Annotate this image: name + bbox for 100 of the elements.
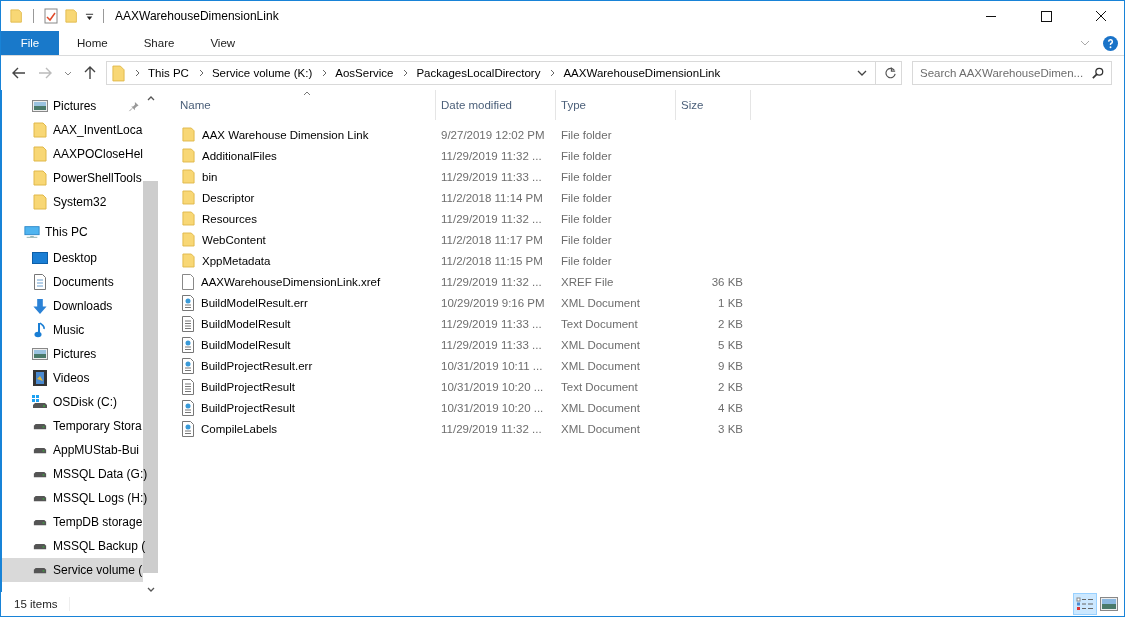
details-view-button[interactable] [1073, 593, 1097, 615]
table-cell-text: File folder [560, 191, 613, 204]
folder-icon [32, 194, 48, 210]
nav-item[interactable]: System32 [2, 190, 143, 214]
xml-file-icon [182, 294, 194, 311]
dropdown-icon[interactable] [857, 70, 867, 76]
desktop-icon [32, 252, 48, 264]
folder-icon [182, 253, 195, 268]
chevron-icon[interactable] [322, 69, 328, 77]
table-cell: 3 KB [718, 422, 743, 435]
table-cell-text: 11/2/2018 11:14 PM [440, 191, 544, 204]
folder-icon [182, 232, 195, 247]
file-name[interactable]: WebContent [202, 233, 266, 246]
help-icon[interactable] [1103, 35, 1118, 51]
chevron-icon[interactable] [135, 69, 140, 77]
file-name[interactable]: bin [202, 170, 218, 183]
xml-file-icon [182, 399, 194, 416]
nav-item[interactable]: This PC [2, 214, 143, 246]
table-cell: 36 KB [711, 275, 743, 288]
nav-item[interactable]: Videos [2, 366, 143, 390]
table-cell-text: File folder [560, 128, 613, 141]
file-name[interactable]: BuildModelResult.err [201, 296, 308, 309]
nav-item[interactable]: TempDB storage [2, 510, 143, 534]
table-cell: 2 KB [718, 317, 743, 330]
table-cell-text: XML Document [560, 422, 641, 435]
table-cell: 4 KB [718, 401, 743, 414]
table-cell-text: 9/27/2019 12:02 PM [440, 128, 546, 141]
drive-icon [32, 566, 48, 574]
file-name[interactable]: Descriptor [202, 191, 255, 204]
windows-drive-icon [32, 395, 48, 409]
file-name[interactable]: XppMetadata [202, 254, 271, 267]
nav-item[interactable]: AAX_InventLoca [2, 118, 143, 142]
folder-icon [112, 64, 125, 82]
nav-item[interactable]: Desktop [2, 246, 143, 270]
ribbon-tab[interactable]: Home [59, 31, 126, 55]
nav-item[interactable]: OSDisk (C:) [2, 390, 143, 414]
table-cell-text: 10/29/2019 9:16 PM [440, 296, 546, 309]
back-arrow-icon[interactable] [12, 67, 26, 79]
nav-item[interactable]: MSSQL Backup ( [2, 534, 143, 558]
chevron-icon[interactable] [403, 69, 409, 77]
nav-item[interactable]: Documents [2, 270, 143, 294]
nav-item[interactable]: Music [2, 318, 143, 342]
file-name[interactable]: BuildModelResult [201, 338, 291, 351]
dropdown-icon[interactable] [85, 11, 94, 21]
xml-file-icon [182, 420, 194, 437]
ribbon-tab[interactable]: File [1, 31, 59, 55]
breadcrumb[interactable]: AosService [335, 67, 394, 79]
scroll-up-icon[interactable] [146, 96, 155, 101]
file-name[interactable]: BuildProjectResult.err [201, 359, 313, 372]
ribbon-tab[interactable]: View [192, 31, 254, 55]
chevron-icon[interactable] [550, 69, 556, 77]
column-header[interactable]: Type [556, 90, 676, 120]
table-cell: 1 KB [718, 296, 743, 309]
file-icon [182, 273, 194, 290]
file-name[interactable]: CompileLabels [201, 422, 278, 435]
file-name[interactable]: BuildProjectResult [201, 380, 295, 393]
nav-item[interactable]: Downloads [2, 294, 143, 318]
film-icon [32, 370, 48, 386]
pictures-icon [32, 348, 48, 360]
xml-file-icon [182, 336, 194, 353]
file-name[interactable]: AAXWarehouseDimensionLink.xref [201, 275, 381, 288]
file-name[interactable]: Resources [202, 212, 257, 225]
file-name[interactable]: AAX Warehouse Dimension Link [202, 128, 369, 141]
search-field[interactable]: Search AAXWarehouseDimen... [912, 61, 1112, 85]
folder-icon [182, 127, 195, 142]
column-header[interactable]: Date modified [436, 90, 556, 120]
drive-icon [32, 494, 48, 502]
table-cell-text: XML Document [560, 338, 641, 351]
breadcrumb[interactable]: This PC [148, 67, 189, 79]
folder-icon [32, 146, 48, 162]
up-arrow-icon[interactable] [84, 66, 96, 80]
nav-item[interactable]: Service volume ( [2, 558, 143, 582]
breadcrumb[interactable]: PackagesLocalDirectory [416, 67, 541, 79]
nav-item[interactable]: Pictures [2, 94, 143, 118]
table-cell-text: 10/31/2019 10:20 ... [440, 401, 545, 414]
refresh-icon[interactable] [884, 66, 897, 80]
file-name[interactable]: BuildModelResult [201, 317, 291, 330]
file-name[interactable]: BuildProjectResult [201, 401, 295, 414]
scroll-down-icon[interactable] [146, 587, 155, 592]
table-cell-text: XML Document [560, 401, 641, 414]
column-header[interactable]: Name [178, 90, 436, 120]
chevron-icon[interactable] [198, 69, 204, 77]
music-note-icon [32, 322, 48, 338]
nav-item[interactable]: AppMUStab-Bui [2, 438, 143, 462]
table-cell-text: 11/29/2019 11:33 ... [440, 170, 543, 183]
ribbon-tab[interactable]: Share [125, 31, 193, 55]
nav-item[interactable]: PowerShellTools [2, 166, 143, 190]
table-cell-text: 11/29/2019 11:32 ... [440, 212, 543, 225]
breadcrumb[interactable]: Service volume (K:) [211, 67, 313, 79]
nav-item[interactable]: Temporary Stora [2, 414, 143, 438]
column-header[interactable]: Size [676, 90, 751, 120]
recent-locations-icon[interactable] [64, 70, 72, 76]
nav-item[interactable]: AAXPOCloseHel [2, 142, 143, 166]
file-name[interactable]: AdditionalFiles [202, 149, 277, 162]
item-count: 15 items [14, 598, 58, 610]
properties-icon[interactable] [43, 8, 59, 24]
nav-item[interactable]: Pictures [2, 342, 143, 366]
address-bar[interactable]: This PC Service volume (K:) AosService PackagesLocalDirectory AAXWarehouseDimensionLink [106, 61, 902, 85]
breadcrumb[interactable]: AAXWarehouseDimensionLink [563, 67, 721, 79]
text-file-icon [182, 315, 194, 332]
